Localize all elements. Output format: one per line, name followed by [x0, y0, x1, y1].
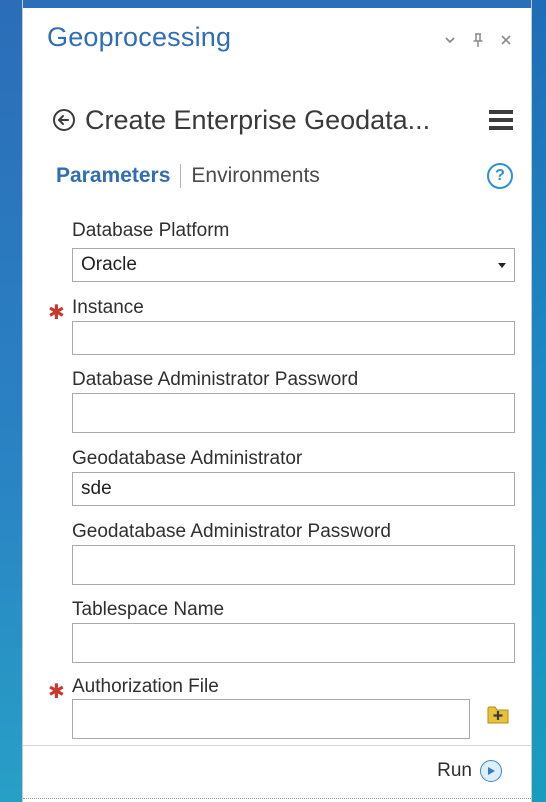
geoprocessing-pane: Geoprocessing Create Enterprise Geodata.… [22, 0, 532, 802]
pane-options-icon[interactable] [443, 32, 457, 48]
tablespace-input[interactable] [72, 623, 515, 663]
gdb-admin-password-label: Geodatabase Administrator Password [72, 521, 391, 542]
required-marker-icon: ✱ [48, 302, 65, 324]
instance-input[interactable] [72, 321, 515, 355]
chevron-down-icon [498, 263, 506, 268]
hamburger-menu-icon[interactable] [489, 110, 513, 130]
run-button[interactable]: Run [437, 760, 502, 782]
pane-bottom-edge [23, 798, 531, 799]
pane-title: Geoprocessing [47, 22, 232, 52]
tool-title: Create Enterprise Geodata... [85, 104, 431, 135]
footer-divider [23, 745, 531, 746]
tablespace-label: Tablespace Name [72, 599, 225, 620]
auth-file-label: Authorization File [72, 676, 219, 697]
pane-controls [443, 32, 513, 48]
browse-folder-icon[interactable] [486, 702, 510, 726]
tab-parameters[interactable]: Parameters [56, 164, 170, 188]
tab-environments[interactable]: Environments [191, 164, 319, 188]
db-admin-password-input[interactable] [72, 393, 515, 433]
instance-label: Instance [72, 297, 144, 318]
help-icon[interactable]: ? [487, 163, 513, 189]
gdb-admin-input[interactable]: sde [72, 472, 515, 506]
database-platform-select[interactable]: Oracle [72, 248, 515, 282]
db-admin-password-label: Database Administrator Password [72, 369, 359, 390]
tool-header: Create Enterprise Geodata... [51, 100, 513, 140]
tab-separator [180, 164, 182, 188]
gdb-admin-label: Geodatabase Administrator [72, 448, 303, 469]
tool-tabs: Parameters Environments ? [56, 162, 513, 190]
gdb-admin-value: sde [81, 478, 112, 499]
database-platform-label: Database Platform [72, 220, 230, 241]
back-arrow-icon[interactable] [51, 107, 77, 133]
play-icon [480, 760, 502, 782]
gdb-admin-password-input[interactable] [72, 545, 515, 585]
run-label: Run [437, 760, 472, 781]
pane-accent-bar [23, 0, 531, 8]
database-platform-value: Oracle [81, 254, 137, 275]
pin-icon[interactable] [471, 32, 485, 48]
auth-file-input[interactable] [72, 699, 470, 739]
required-marker-icon: ✱ [48, 681, 65, 703]
desktop-background [0, 0, 22, 802]
close-icon[interactable] [499, 32, 513, 48]
